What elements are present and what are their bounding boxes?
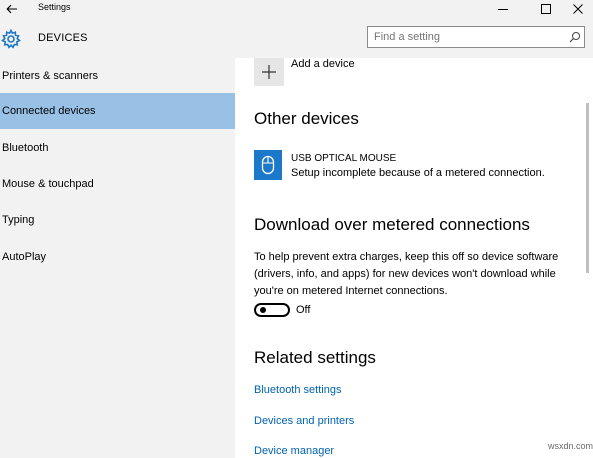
scrollbar[interactable] <box>586 103 589 273</box>
toggle-state-label: Off <box>296 304 311 316</box>
close-icon <box>573 4 583 14</box>
metered-heading: Download over metered connections <box>254 215 530 234</box>
close-button[interactable] <box>563 0 593 18</box>
minimize-icon <box>498 9 508 10</box>
metered-description-line: you're on metered Internet connections. <box>254 285 448 297</box>
add-device-label[interactable]: Add a device <box>291 58 355 70</box>
sidebar: Printers & scanners Connected devices Bl… <box>0 58 235 458</box>
search-input[interactable] <box>374 29 564 45</box>
search-icon[interactable] <box>569 31 581 43</box>
main-content: Add a device Other devices USB OPTICAL M… <box>235 58 593 458</box>
devices-and-printers-link[interactable]: Devices and printers <box>254 415 354 427</box>
maximize-icon <box>541 4 551 14</box>
plus-icon <box>262 65 276 79</box>
metered-description-line: To help prevent extra charges, keep this… <box>254 251 559 263</box>
metered-description: To help prevent extra charges, keep this… <box>254 249 593 300</box>
toggle-knob <box>260 307 266 313</box>
device-manager-link[interactable]: Device manager <box>254 445 334 457</box>
sidebar-item-autoplay[interactable]: AutoPlay <box>0 239 235 275</box>
sidebar-item-printers-scanners[interactable]: Printers & scanners <box>0 58 235 94</box>
search-box[interactable] <box>367 26 585 48</box>
header: DEVICES <box>0 18 593 58</box>
sidebar-item-bluetooth[interactable]: Bluetooth <box>0 130 235 166</box>
gear-icon <box>1 28 21 49</box>
mouse-icon <box>261 155 275 175</box>
page-title: DEVICES <box>38 32 88 44</box>
device-status: Setup incomplete because of a metered co… <box>291 167 545 179</box>
back-button[interactable] <box>0 0 24 18</box>
sidebar-item-mouse-touchpad[interactable]: Mouse & touchpad <box>0 166 235 202</box>
metered-toggle[interactable] <box>254 303 290 317</box>
title-bar: Settings <box>0 0 593 18</box>
related-settings-heading: Related settings <box>254 348 376 367</box>
metered-description-line: (drivers, info, and apps) for new device… <box>254 268 556 280</box>
other-devices-heading: Other devices <box>254 109 359 128</box>
watermark: wsxdn.com <box>548 441 593 451</box>
bluetooth-settings-link[interactable]: Bluetooth settings <box>254 384 341 396</box>
arrow-left-icon <box>6 4 17 14</box>
minimize-button[interactable] <box>488 0 518 18</box>
device-name[interactable]: USB OPTICAL MOUSE <box>291 153 396 164</box>
maximize-button[interactable] <box>531 0 561 18</box>
device-icon-tile[interactable] <box>254 150 282 180</box>
sidebar-item-typing[interactable]: Typing <box>0 202 235 238</box>
sidebar-item-connected-devices[interactable]: Connected devices <box>0 93 235 129</box>
window-title: Settings <box>38 2 71 12</box>
add-device-button[interactable] <box>254 58 284 86</box>
